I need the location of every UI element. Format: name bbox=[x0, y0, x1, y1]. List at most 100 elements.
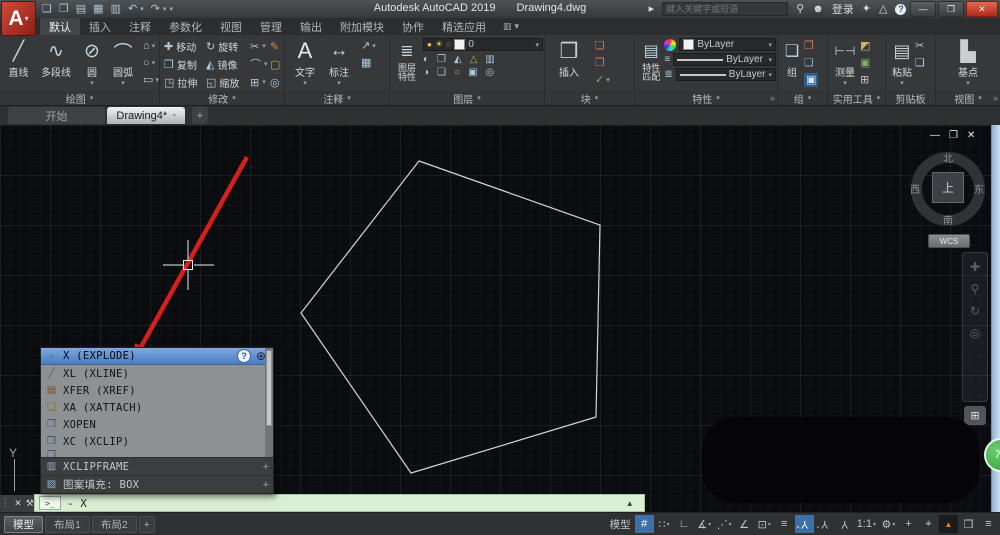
help-icon[interactable]: ? bbox=[895, 3, 907, 15]
signin-label[interactable]: 登录 bbox=[832, 1, 854, 17]
polygon-button[interactable]: ⌂ ▾ bbox=[143, 39, 159, 53]
undo-caret-icon[interactable]: ▾ bbox=[140, 6, 144, 13]
layer-dropdown[interactable]: ● ☀ ○ 0 ▾ bbox=[423, 38, 543, 51]
popup-item-xattach[interactable]: ❏ XA (XATTACH) bbox=[41, 399, 273, 416]
arc-caret-icon[interactable]: ▾ bbox=[121, 79, 125, 87]
expand-icon[interactable]: + bbox=[263, 461, 269, 473]
annotation-panel-label[interactable]: 注释 ▾ bbox=[285, 91, 389, 106]
command-input-text[interactable]: - X bbox=[67, 497, 87, 510]
zoom-icon[interactable]: ⚲ bbox=[971, 283, 980, 295]
tab-output[interactable]: 输出 bbox=[291, 18, 331, 35]
group-edit-button[interactable]: ❏ bbox=[804, 56, 818, 70]
workspace-switching-button[interactable]: ⚙ ▾ bbox=[879, 515, 898, 533]
annotation-monitor-button[interactable]: + bbox=[899, 515, 918, 533]
block-attribute-button[interactable]: ❐ bbox=[595, 56, 610, 70]
popup-item-xline[interactable]: ╱ XL (XLINE) bbox=[41, 365, 273, 382]
tab-manage[interactable]: 管理 bbox=[251, 18, 291, 35]
drawing-tab[interactable]: Drawing4* ▪ bbox=[107, 107, 185, 124]
minimize-button[interactable]: — bbox=[910, 1, 936, 17]
mirror-button[interactable]: ◭ 镜像 bbox=[206, 57, 250, 72]
ungroup-button[interactable]: ❐ bbox=[804, 39, 818, 53]
command-history-icon[interactable]: ▴ bbox=[627, 498, 632, 509]
block-edit-button[interactable]: ❏ bbox=[595, 39, 610, 53]
viewcube-north-label[interactable]: 北 bbox=[908, 150, 988, 165]
layer-make-current-icon[interactable]: ▥ bbox=[485, 55, 494, 65]
popup-scrollbar-thumb[interactable] bbox=[266, 350, 272, 426]
pin-icon[interactable]: ▪ bbox=[173, 112, 175, 119]
lineweight-toggle[interactable]: ≡ bbox=[775, 515, 794, 533]
open-icon[interactable]: ❐ bbox=[59, 3, 69, 15]
drawing-minimize-icon[interactable]: — bbox=[930, 130, 940, 141]
tab-view[interactable]: 视图 bbox=[211, 18, 251, 35]
group-panel-label[interactable]: 组 ▾ bbox=[778, 91, 827, 106]
circle-button[interactable]: ⊘ 圆 ▾ bbox=[77, 35, 107, 91]
group-selection-toggle[interactable]: ▣ bbox=[804, 73, 819, 87]
explode-button[interactable]: ◎ bbox=[270, 76, 280, 89]
account-icon[interactable]: ☻ bbox=[812, 3, 824, 15]
show-motion-icon[interactable]: ⊞ bbox=[964, 406, 986, 425]
properties-dialog-launcher-icon[interactable]: » bbox=[770, 93, 775, 103]
orbit-icon[interactable]: ↻ bbox=[970, 305, 980, 317]
viewcube[interactable]: 北 西 东 南 上 WCS bbox=[908, 148, 988, 248]
pan-icon[interactable]: ✚ bbox=[970, 261, 980, 273]
select-all-button[interactable]: ▣ bbox=[860, 56, 870, 70]
search-input[interactable] bbox=[662, 2, 789, 16]
block-panel-label[interactable]: 块 ▾ bbox=[545, 91, 634, 106]
redo-icon[interactable]: ↷ bbox=[151, 3, 160, 15]
app-store-icon[interactable]: ✦ bbox=[862, 3, 871, 15]
offset-button[interactable]: ▢ bbox=[270, 58, 280, 71]
drawing-restore-icon[interactable]: ❐ bbox=[949, 130, 958, 141]
modify-panel-label[interactable]: 修改 ▾ bbox=[160, 91, 284, 106]
rotate-button[interactable]: ↻ 旋转 bbox=[206, 39, 250, 54]
tab-featured-apps[interactable]: 精选应用 bbox=[433, 18, 495, 35]
viewcube-east-label[interactable]: 东 bbox=[974, 181, 984, 196]
save-as-icon[interactable]: ▦ bbox=[93, 3, 103, 15]
command-help-icon[interactable]: ? bbox=[237, 349, 251, 363]
tab-insert[interactable]: 插入 bbox=[80, 18, 120, 35]
view-dialog-launcher-icon[interactable]: » bbox=[993, 93, 998, 103]
erase-button[interactable]: ✎ bbox=[270, 40, 279, 53]
steering-wheel-icon[interactable]: ◎ bbox=[970, 327, 980, 339]
viewcube-south-label[interactable]: 南 bbox=[908, 212, 988, 227]
layer-match-icon[interactable]: ◑ bbox=[423, 68, 429, 78]
clean-screen-button[interactable]: ❒ bbox=[959, 515, 978, 533]
rectangle-button[interactable]: ▭ ▾ bbox=[143, 73, 159, 87]
command-line[interactable]: >_ - X ▴ bbox=[34, 494, 645, 512]
start-tab[interactable]: 开始 bbox=[8, 107, 105, 124]
model-space-button[interactable]: 模型 bbox=[607, 517, 634, 532]
ribbon-display-toggle[interactable]: ▥ ▾ bbox=[503, 18, 519, 35]
isolate-objects-button[interactable]: ⌖ bbox=[919, 515, 938, 533]
drawing-close-icon[interactable]: ✕ bbox=[967, 130, 975, 141]
annotation-scale-button[interactable]: Y bbox=[835, 515, 854, 533]
fillet-button[interactable]: ⌒ ▾ bbox=[250, 56, 270, 72]
polyline-button[interactable]: ∿ 多段线 bbox=[35, 35, 77, 91]
polar-toggle[interactable]: ∡ ▾ bbox=[695, 515, 714, 533]
search-go-icon[interactable]: ▸ bbox=[649, 3, 655, 15]
exchange-icon[interactable]: △ bbox=[879, 3, 887, 15]
popup-scrollbar[interactable] bbox=[265, 348, 273, 457]
isodraft-toggle[interactable]: ⋰ ▾ bbox=[715, 515, 734, 533]
customization-button[interactable]: ≡ bbox=[979, 515, 998, 533]
move-button[interactable]: ✚ 移动 bbox=[164, 39, 206, 54]
popup-item-partial[interactable]: ❐ bbox=[41, 450, 273, 457]
wcs-button[interactable]: WCS bbox=[928, 234, 970, 248]
expand-icon[interactable]: + bbox=[263, 479, 269, 491]
linetype-dropdown[interactable]: ByLayer ▾ bbox=[675, 68, 776, 81]
table-button[interactable]: ▦ bbox=[361, 56, 376, 70]
match-properties-button[interactable]: ▤ 特性 匹配 bbox=[638, 35, 664, 91]
dimension-button[interactable]: ↔ 标注 ▾ bbox=[321, 35, 357, 91]
utilities-panel-label[interactable]: 实用工具 ▾ bbox=[828, 91, 885, 106]
draw-panel-label[interactable]: 绘图 ▾ bbox=[0, 91, 159, 106]
array-button[interactable]: ⊞ ▾ bbox=[250, 76, 270, 89]
save-icon[interactable]: ▤ bbox=[76, 3, 86, 15]
viewcube-top-face[interactable]: 上 bbox=[932, 172, 964, 203]
layer-properties-button[interactable]: ≣ 图层 特性 bbox=[393, 35, 421, 91]
popup-item-xclip[interactable]: ❒ XC (XCLIP) bbox=[41, 433, 273, 450]
tab-parametric[interactable]: 参数化 bbox=[160, 18, 211, 35]
osnap-toggle[interactable]: ⊡ ▾ bbox=[755, 515, 774, 533]
arc-button[interactable]: ⌒ 圆弧 ▾ bbox=[107, 35, 139, 91]
tab-home[interactable]: 默认 bbox=[40, 18, 80, 35]
popup-sysvar-xclipframe[interactable]: ▥ XCLIPFRAME + bbox=[41, 457, 273, 475]
layer-isolate-icon[interactable]: ◐ bbox=[423, 55, 429, 65]
layout2-tab[interactable]: 布局2 bbox=[91, 516, 137, 533]
